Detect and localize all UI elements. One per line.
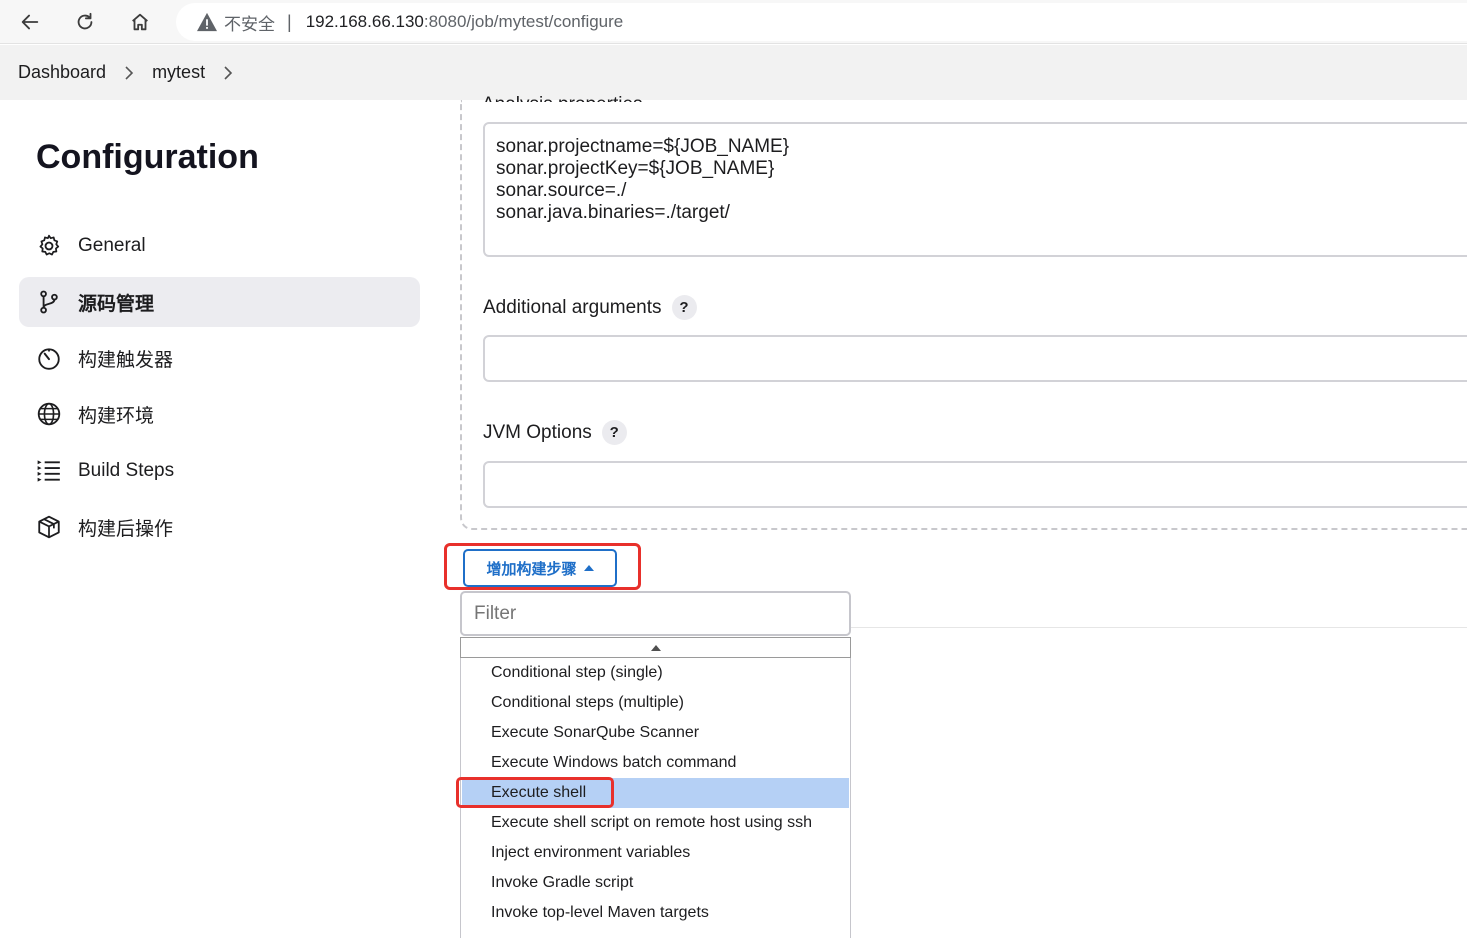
- sidebar-item-triggers[interactable]: 构建触发器: [19, 333, 420, 383]
- breadcrumb-chevron[interactable]: [213, 65, 243, 81]
- breadcrumb-dashboard[interactable]: Dashboard: [18, 62, 106, 83]
- insecure-label: 不安全: [224, 14, 275, 34]
- branch-icon: [35, 288, 63, 316]
- reload-icon: [77, 12, 93, 30]
- breadcrumb-chevron[interactable]: [114, 65, 144, 81]
- filter-input[interactable]: [460, 591, 851, 636]
- chevron-right-icon: [224, 65, 233, 80]
- sidebar-item-scm[interactable]: 源码管理: [19, 277, 420, 327]
- gear-icon: [35, 232, 63, 260]
- list-icon: [35, 457, 63, 485]
- help-button[interactable]: ?: [601, 420, 627, 445]
- sidebar-item-label: 构建后操作: [78, 518, 174, 540]
- url-path: :8080/job/mytest/configure: [423, 12, 624, 31]
- jvm-options-text: JVM Options: [483, 421, 592, 443]
- caret-up-icon: [583, 565, 594, 571]
- divider: [850, 627, 1467, 628]
- build-step-menu: Conditional step (single) Conditional st…: [460, 658, 851, 938]
- scroll-up-button[interactable]: [460, 637, 851, 658]
- breadcrumb: Dashboard mytest: [0, 45, 1467, 100]
- chevron-right-icon: [125, 65, 134, 80]
- browser-toolbar: 不安全 | 192.168.66.130:8080/job/mytest/con…: [0, 0, 1467, 44]
- back-button[interactable]: [14, 6, 46, 38]
- sidebar-item-label: 构建触发器: [78, 349, 174, 371]
- jvm-options-label: JVM Options ?: [483, 420, 627, 445]
- analysis-properties-textarea[interactable]: sonar.projectname=${JOB_NAME} sonar.proj…: [483, 122, 1467, 257]
- additional-arguments-input[interactable]: [483, 335, 1467, 382]
- reload-button[interactable]: [69, 6, 101, 38]
- menu-item[interactable]: Invoke top-level Maven targets: [462, 898, 849, 928]
- timer-icon: [35, 344, 63, 372]
- sidebar-item-label: 源码管理: [78, 293, 155, 315]
- menu-item-execute-shell[interactable]: Execute shell: [462, 778, 849, 808]
- additional-arguments-label: Additional arguments ?: [483, 295, 697, 320]
- sidebar-item-build-steps[interactable]: Build Steps: [19, 446, 420, 496]
- menu-item[interactable]: Execute shell script on remote host usin…: [462, 808, 849, 838]
- additional-arguments-text: Additional arguments: [483, 296, 662, 318]
- jvm-options-input[interactable]: [483, 461, 1467, 508]
- url-separator: |: [287, 11, 292, 32]
- help-button[interactable]: ?: [671, 295, 697, 320]
- breadcrumb-mytest[interactable]: mytest: [152, 62, 205, 83]
- sidebar-item-label: 构建环境: [78, 405, 155, 427]
- sidebar-item-environment[interactable]: 构建环境: [19, 389, 420, 439]
- address-bar[interactable]: 不安全 | 192.168.66.130:8080/job/mytest/con…: [176, 3, 1467, 41]
- sidebar-item-post-build[interactable]: 构建后操作: [19, 502, 420, 552]
- analysis-properties-label: Analysis properties: [482, 86, 643, 102]
- add-build-step-label: 增加构建步骤: [486, 560, 577, 578]
- globe-icon: [35, 400, 63, 428]
- warning-icon: [197, 12, 217, 32]
- sidebar-item-general[interactable]: General: [19, 221, 420, 271]
- menu-item[interactable]: Execute SonarQube Scanner: [462, 718, 849, 748]
- menu-item[interactable]: Execute Windows batch command: [462, 748, 849, 778]
- page-title: Configuration: [36, 138, 259, 176]
- home-icon: [132, 13, 148, 31]
- menu-item[interactable]: Invoke Gradle script: [462, 868, 849, 898]
- menu-item[interactable]: Conditional steps (multiple): [462, 688, 849, 718]
- add-build-step-button[interactable]: 增加构建步骤: [463, 549, 617, 587]
- url-host: 192.168.66.130: [305, 12, 424, 31]
- sidebar-item-label: General: [78, 235, 146, 256]
- home-button[interactable]: [124, 6, 156, 38]
- arrow-left-icon: [21, 14, 39, 30]
- sidebar-item-label: Build Steps: [78, 460, 175, 481]
- menu-item[interactable]: Inject environment variables: [462, 838, 849, 868]
- package-icon: [35, 513, 63, 541]
- menu-item[interactable]: Conditional step (single): [462, 658, 849, 688]
- triangle-up-icon: [650, 644, 661, 651]
